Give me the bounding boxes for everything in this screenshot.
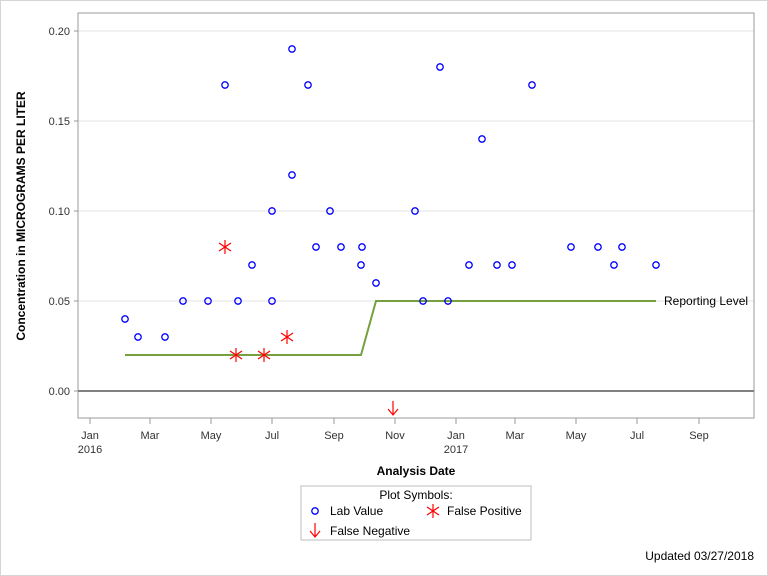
lab-value-point [288,171,296,179]
x-tick-label: Nov [385,430,405,442]
x-tick-label: Jan [447,430,465,442]
legend-false-negative-label: False Negative [330,524,410,538]
data-marks [121,45,660,416]
y-tick-label: 0.00 [49,386,70,398]
x-tick-label: Mar [141,430,160,442]
lab-value-point [248,261,256,269]
x-tick-year-label: 2016 [78,444,102,456]
lab-value-point [567,243,575,251]
x-tick-label: Jan [81,430,99,442]
plot-area-border [77,12,755,419]
y-tick-label: 0.10 [49,206,70,218]
legend-title: Plot Symbols: [379,488,452,502]
y-axis: 0.00 0.05 0.10 0.15 0.20 [49,26,78,398]
y-tick-label: 0.20 [49,26,70,38]
false-positive-point [218,240,232,254]
lab-value-point [288,45,296,53]
grid-lines [78,30,754,302]
lab-value-point [478,135,486,143]
x-tick-label: Jul [630,430,644,442]
x-tick-label: May [566,430,587,442]
y-axis-title: Concentration in MICROGRAMS PER LITER [14,91,28,341]
lab-value-point [121,315,129,323]
lab-value-point [594,243,602,251]
x-tick-label: May [201,430,222,442]
lab-value-point [304,81,312,89]
lab-value-point [372,279,380,287]
lab-value-point [610,261,618,269]
false-negative-point [387,401,399,416]
x-tick-year-label: 2017 [444,444,468,456]
x-axis: Jan 2016 Mar May Jul Sep Nov Jan 2017 Mar May Jul Se… [78,418,709,456]
legend-lab-value-label: Lab Value [330,504,383,518]
lab-value-point [161,333,169,341]
x-tick-label: Jul [265,430,279,442]
lab-value-point [337,243,345,251]
lab-value-point [618,243,626,251]
legend: Plot Symbols: Lab Value False Positive F… [300,485,532,541]
lab-value-point [358,243,366,251]
y-tick-label: 0.15 [49,116,70,128]
lab-value-point [493,261,501,269]
lab-value-point [652,261,660,269]
lab-value-point [508,261,516,269]
reporting-level-series: Reporting Level [125,294,748,356]
lab-value-point [312,243,320,251]
false-positive-point [280,330,294,344]
chart-svg: 0.00 0.05 0.10 0.15 0.20 Jan 2016 Mar May Jul Sep… [14,12,755,541]
lab-value-point [528,81,536,89]
reporting-level-line [125,300,656,356]
y-tick-label: 0.05 [49,296,70,308]
x-tick-label: Sep [689,430,709,442]
x-axis-title: Analysis Date [377,464,456,478]
x-tick-label: Mar [506,430,525,442]
lab-value-point [357,261,365,269]
lab-value-point [134,333,142,341]
lab-value-point [465,261,473,269]
x-tick-label: Sep [324,430,344,442]
legend-false-positive-label: False Positive [447,504,522,518]
updated-timestamp: Updated 03/27/2018 [645,549,754,563]
lab-value-point [221,81,229,89]
lab-value-point [436,63,444,71]
reporting-level-label: Reporting Level [664,294,748,308]
